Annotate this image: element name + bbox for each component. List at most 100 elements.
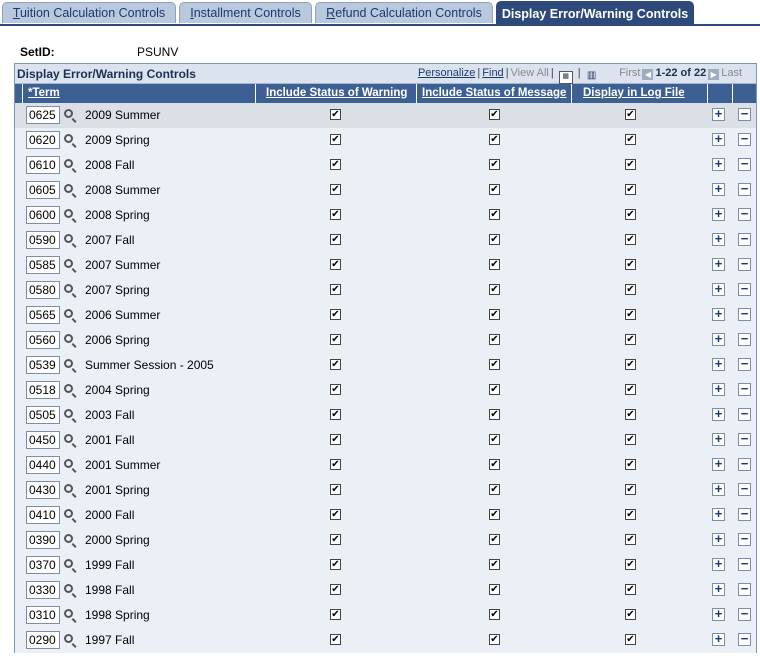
log-file-checkbox[interactable]: ✔: [625, 609, 636, 620]
message-checkbox[interactable]: ✔: [489, 159, 500, 170]
term-input[interactable]: 0560: [26, 331, 60, 349]
add-row-button[interactable]: +: [712, 207, 725, 221]
tab-display-error-warning-controls[interactable]: Display Error/Warning Controls: [496, 1, 694, 25]
log-file-checkbox[interactable]: ✔: [625, 434, 636, 445]
delete-row-button[interactable]: −: [738, 407, 751, 421]
add-row-button[interactable]: +: [712, 132, 725, 146]
message-checkbox[interactable]: ✔: [489, 284, 500, 295]
delete-row-button[interactable]: −: [738, 232, 751, 246]
lookup-icon[interactable]: [64, 259, 73, 268]
term-input[interactable]: 0330: [26, 581, 60, 599]
lookup-icon[interactable]: [64, 334, 73, 343]
add-row-button[interactable]: +: [712, 332, 725, 346]
term-input[interactable]: 0505: [26, 406, 60, 424]
lookup-icon[interactable]: [64, 434, 73, 443]
download-icon[interactable]: ▦: [558, 71, 573, 84]
delete-row-button[interactable]: −: [738, 282, 751, 296]
add-row-button[interactable]: +: [712, 282, 725, 296]
term-input[interactable]: 0590: [26, 231, 60, 249]
lookup-icon[interactable]: [64, 634, 73, 643]
lookup-icon[interactable]: [64, 134, 73, 143]
term-input[interactable]: 0600: [26, 206, 60, 224]
term-input[interactable]: 0390: [26, 531, 60, 549]
add-row-button[interactable]: +: [712, 257, 725, 271]
lookup-icon[interactable]: [64, 284, 73, 293]
last-link[interactable]: Last: [721, 67, 742, 79]
lookup-icon[interactable]: [64, 184, 73, 193]
message-checkbox[interactable]: ✔: [489, 584, 500, 595]
warning-checkbox[interactable]: ✔: [330, 309, 341, 320]
lookup-icon[interactable]: [64, 309, 73, 318]
log-file-checkbox[interactable]: ✔: [625, 109, 636, 120]
message-checkbox[interactable]: ✔: [489, 384, 500, 395]
term-input[interactable]: 0430: [26, 481, 60, 499]
lookup-icon[interactable]: [64, 509, 73, 518]
delete-row-button[interactable]: −: [738, 507, 751, 521]
term-input[interactable]: 0518: [26, 381, 60, 399]
tab-installment-controls[interactable]: Installment Controls: [179, 2, 312, 23]
term-input[interactable]: 0440: [26, 456, 60, 474]
delete-row-button[interactable]: −: [738, 257, 751, 271]
message-checkbox[interactable]: ✔: [489, 609, 500, 620]
spreadsheet-icon[interactable]: ▥: [586, 71, 598, 82]
add-row-button[interactable]: +: [712, 157, 725, 171]
message-checkbox[interactable]: ✔: [489, 534, 500, 545]
column-header-term[interactable]: *Term: [28, 87, 60, 99]
delete-row-button[interactable]: −: [738, 107, 751, 121]
lookup-icon[interactable]: [64, 559, 73, 568]
warning-checkbox[interactable]: ✔: [330, 184, 341, 195]
previous-arrow-icon[interactable]: ◀: [642, 69, 654, 80]
term-input[interactable]: 0620: [26, 131, 60, 149]
add-row-button[interactable]: +: [712, 632, 725, 646]
warning-checkbox[interactable]: ✔: [330, 459, 341, 470]
log-file-checkbox[interactable]: ✔: [625, 409, 636, 420]
lookup-icon[interactable]: [64, 384, 73, 393]
lookup-icon[interactable]: [64, 534, 73, 543]
log-file-checkbox[interactable]: ✔: [625, 634, 636, 645]
log-file-checkbox[interactable]: ✔: [625, 234, 636, 245]
message-checkbox[interactable]: ✔: [489, 409, 500, 420]
term-input[interactable]: 0610: [26, 156, 60, 174]
next-arrow-icon[interactable]: ▶: [708, 69, 720, 80]
message-checkbox[interactable]: ✔: [489, 134, 500, 145]
message-checkbox[interactable]: ✔: [489, 234, 500, 245]
log-file-checkbox[interactable]: ✔: [625, 259, 636, 270]
log-file-checkbox[interactable]: ✔: [625, 509, 636, 520]
warning-checkbox[interactable]: ✔: [330, 634, 341, 645]
column-header-message[interactable]: Include Status of Message: [422, 87, 566, 99]
term-input[interactable]: 0585: [26, 256, 60, 274]
warning-checkbox[interactable]: ✔: [330, 509, 341, 520]
log-file-checkbox[interactable]: ✔: [625, 459, 636, 470]
message-checkbox[interactable]: ✔: [489, 309, 500, 320]
warning-checkbox[interactable]: ✔: [330, 609, 341, 620]
message-checkbox[interactable]: ✔: [489, 334, 500, 345]
warning-checkbox[interactable]: ✔: [330, 334, 341, 345]
lookup-icon[interactable]: [64, 484, 73, 493]
add-row-button[interactable]: +: [712, 432, 725, 446]
delete-row-button[interactable]: −: [738, 607, 751, 621]
warning-checkbox[interactable]: ✔: [330, 534, 341, 545]
personalize-link[interactable]: Personalize: [418, 67, 475, 79]
find-link[interactable]: Find: [482, 67, 503, 79]
add-row-button[interactable]: +: [712, 457, 725, 471]
lookup-icon[interactable]: [64, 234, 73, 243]
delete-row-button[interactable]: −: [738, 207, 751, 221]
column-header-log-file[interactable]: Display in Log File: [583, 87, 685, 99]
message-checkbox[interactable]: ✔: [489, 634, 500, 645]
log-file-checkbox[interactable]: ✔: [625, 484, 636, 495]
delete-row-button[interactable]: −: [738, 532, 751, 546]
warning-checkbox[interactable]: ✔: [330, 209, 341, 220]
warning-checkbox[interactable]: ✔: [330, 484, 341, 495]
delete-row-button[interactable]: −: [738, 482, 751, 496]
delete-row-button[interactable]: −: [738, 582, 751, 596]
add-row-button[interactable]: +: [712, 507, 725, 521]
lookup-icon[interactable]: [64, 209, 73, 218]
delete-row-button[interactable]: −: [738, 382, 751, 396]
message-checkbox[interactable]: ✔: [489, 259, 500, 270]
message-checkbox[interactable]: ✔: [489, 209, 500, 220]
message-checkbox[interactable]: ✔: [489, 184, 500, 195]
delete-row-button[interactable]: −: [738, 357, 751, 371]
term-input[interactable]: 0539: [26, 356, 60, 374]
log-file-checkbox[interactable]: ✔: [625, 559, 636, 570]
lookup-icon[interactable]: [64, 159, 73, 168]
